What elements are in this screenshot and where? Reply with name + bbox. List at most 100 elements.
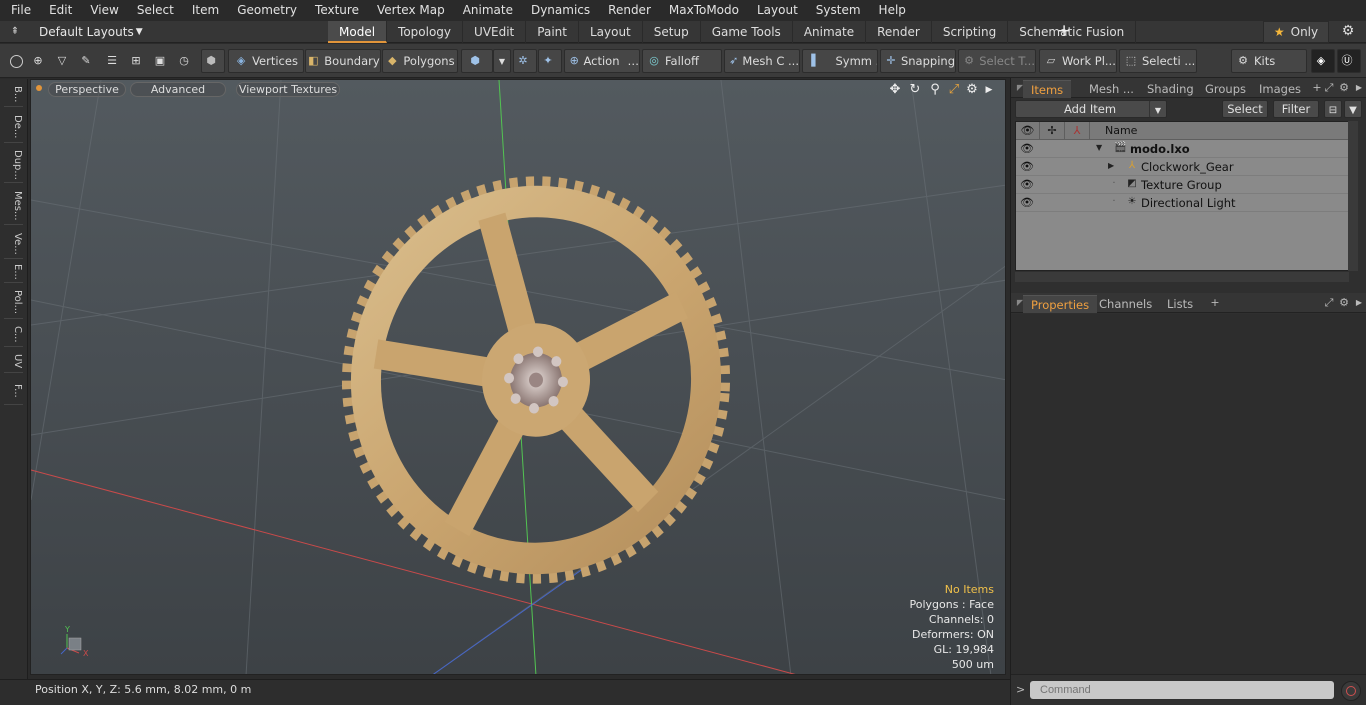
boundary-button[interactable]: ◧ Boundary [305,49,381,73]
snap-pivot-button[interactable]: ✦ [538,49,562,73]
name-column-header[interactable]: Name [1090,122,1350,140]
item-row-modo[interactable]: 👁 ▼ 🎬 modo.lxo [1016,140,1348,158]
tab-images[interactable]: Images [1251,80,1309,98]
eye-icon[interactable]: 👁 [1020,196,1034,210]
unity-button[interactable]: ◈ [1311,49,1335,73]
material-dropdown-button[interactable]: ▼ [493,49,511,73]
tab-mesh[interactable]: Mesh ... [1081,80,1142,98]
only-button[interactable]: ★ Only [1263,21,1329,43]
globe-tool[interactable]: ⊕ [29,49,51,73]
panel-arrow-icon[interactable]: ▶ [1352,81,1366,95]
left-tab-vertex[interactable]: Ve... [4,229,23,259]
selection-sets-button[interactable]: ⬚ Selecti ... [1119,49,1197,73]
gear-icon[interactable]: ⚙ [1338,23,1358,41]
mesh-constraint-button[interactable]: ➶ Mesh C ... [724,49,800,73]
expand-arrow-icon[interactable]: ▼ [1096,142,1106,154]
unreal-button[interactable]: Ⓤ [1337,49,1361,73]
tab-lists[interactable]: Lists [1159,295,1201,313]
expand-panel-icon[interactable]: ⤢ [1322,296,1336,310]
left-tab-curve[interactable]: C... [4,323,23,347]
item-row-directional-light[interactable]: 👁 · ☀ Directional Light [1016,194,1348,212]
axis-column-header[interactable]: ⅄ [1065,122,1090,140]
menu-view[interactable]: View [81,0,127,21]
material-mode-button[interactable]: ⬢ [461,49,493,73]
item-row-clockwork-gear[interactable]: 👁 ▶ ⅄ Clockwork_Gear [1016,158,1348,176]
expand-arrow-icon[interactable]: ▶ [1108,160,1118,172]
command-input[interactable] [1030,681,1334,699]
menu-select[interactable]: Select [128,0,183,21]
filter-button[interactable]: Filter [1273,100,1319,118]
advanced-button[interactable]: Advanced [130,82,226,97]
tab-uvedit[interactable]: UVEdit [463,21,527,43]
panel-settings-icon[interactable]: ⚙ [1337,81,1351,95]
tab-model[interactable]: Model [328,21,388,43]
select-button[interactable]: Select [1222,100,1268,118]
symmetry-button[interactable]: ▐ Symm ... [802,49,878,73]
tab-topology[interactable]: Topology [387,21,464,43]
vertices-button[interactable]: ◈ Vertices [228,49,304,73]
perspective-button[interactable]: Perspective [48,82,126,97]
snap-element-button[interactable]: ✲ [513,49,537,73]
panel-arrow-icon[interactable]: ▶ [1352,296,1366,310]
tab-channels[interactable]: Channels [1091,295,1160,313]
tab-game-tools[interactable]: Game Tools [701,21,793,43]
maximize-icon[interactable]: ⤢ [946,82,962,98]
grid-tool[interactable]: ⊞ [127,49,149,73]
left-tab-basic[interactable]: B... [4,83,23,107]
tab-layout[interactable]: Layout [579,21,643,43]
tab-animate[interactable]: Animate [793,21,867,43]
tab-render[interactable]: Render [866,21,932,43]
menu-system[interactable]: System [807,0,870,21]
viewport-textures-button[interactable]: Viewport Textures [236,82,340,97]
menu-render[interactable]: Render [599,0,660,21]
eye-icon[interactable]: 👁 [1020,178,1034,192]
viewport-scene[interactable]: Y X [31,80,1006,675]
menu-animate[interactable]: Animate [454,0,522,21]
left-tab-deform[interactable]: De... [4,111,23,143]
items-vertical-scrollbar[interactable] [1348,121,1358,271]
menu-help[interactable]: Help [870,0,915,21]
select-circle-tool[interactable] [5,49,27,73]
polygons-button[interactable]: ◆ Polygons [382,49,458,73]
align-tool[interactable]: ☰ [103,49,125,73]
add-item-button[interactable]: Add Item [1015,100,1165,118]
collapse-button[interactable]: ⊟ [1324,100,1342,118]
viewport-arrow-icon[interactable]: ▶ [981,82,997,98]
menu-maxtomodo[interactable]: MaxToModo [660,0,748,21]
square-tool[interactable]: ▣ [151,49,173,73]
left-tab-fusion[interactable]: F... [4,377,23,405]
record-button[interactable] [1341,681,1361,701]
action-center-button[interactable]: ⊕ Action… [564,49,640,73]
tab-paint[interactable]: Paint [526,21,579,43]
left-tab-duplicate[interactable]: Dup... [4,147,23,183]
item-row-texture-group[interactable]: 👁 · ◩ Texture Group [1016,176,1348,194]
left-tab-uv[interactable]: UV [4,351,23,373]
menu-dynamics[interactable]: Dynamics [522,0,599,21]
menu-texture[interactable]: Texture [306,0,368,21]
menu-item[interactable]: Item [183,0,228,21]
left-tab-edge[interactable]: E... [4,261,23,283]
left-tab-mesh-edit[interactable]: Mes... [4,187,23,225]
tab-properties[interactable]: Properties [1023,295,1098,313]
tab-scripting[interactable]: Scripting [932,21,1009,43]
move-view-icon[interactable]: ✥ [887,82,903,98]
left-tab-polygon[interactable]: Pol... [4,287,23,319]
tab-items[interactable]: Items [1023,80,1072,98]
select-through-button[interactable]: ⚙ Select T... [958,49,1036,73]
menu-vertex-map[interactable]: Vertex Map [368,0,454,21]
falloff-button[interactable]: ◎ Falloff [642,49,722,73]
item-mode-button[interactable]: ⬢ [201,49,225,73]
tab-shading[interactable]: Shading [1139,80,1202,98]
menu-edit[interactable]: Edit [40,0,81,21]
menu-layout[interactable]: Layout [748,0,807,21]
3d-viewport[interactable]: Y X Perspective Advanced Viewport Textur… [30,79,1006,675]
tab-setup[interactable]: Setup [643,21,701,43]
lock-column-header[interactable]: ✢ [1040,122,1065,140]
filter-funnel-button[interactable]: ▼ [1344,100,1362,118]
brush-tool[interactable]: ✎ [77,49,99,73]
expand-panel-icon[interactable]: ⤢ [1322,81,1336,95]
tab-groups[interactable]: Groups [1197,80,1254,98]
rotate-view-icon[interactable]: ↻ [907,82,923,98]
items-horizontal-scrollbar[interactable] [1015,272,1349,282]
menu-file[interactable]: File [0,0,40,21]
